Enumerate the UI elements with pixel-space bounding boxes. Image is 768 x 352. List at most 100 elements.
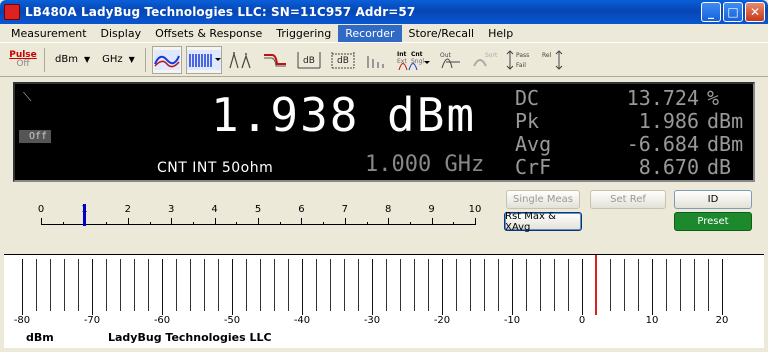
close-button[interactable]: ✕	[745, 2, 765, 22]
analog-tick	[428, 259, 429, 311]
ruler-tick-label: 9	[428, 204, 435, 215]
analog-tick	[400, 259, 401, 311]
ruler-minor-tick	[106, 222, 108, 225]
menu-triggering[interactable]: Triggering	[269, 25, 338, 42]
analog-tick	[274, 259, 275, 311]
analog-tick	[666, 259, 667, 311]
analog-tick	[638, 259, 639, 311]
menu-offsets-response[interactable]: Offsets & Response	[148, 25, 269, 42]
main-reading-unit: dBm	[387, 88, 477, 142]
analog-tick	[246, 259, 247, 311]
app-icon	[4, 4, 20, 20]
ruler-minor-tick	[366, 222, 368, 225]
svg-text:Fail: Fail	[516, 62, 526, 69]
analog-tick-label: -70	[83, 315, 101, 326]
analog-tick	[624, 259, 625, 311]
ruler-tick-label: 6	[298, 204, 305, 215]
maximize-button[interactable]: □	[723, 2, 743, 22]
ruler-tick-label: 0	[37, 204, 45, 215]
analog-tick	[106, 259, 107, 311]
menu-store-recall[interactable]: Store/Recall	[402, 25, 482, 42]
ruler-marker[interactable]	[83, 204, 87, 226]
analog-tick	[64, 259, 65, 311]
id-button[interactable]: ID	[674, 190, 752, 209]
delta-db-avg-button[interactable]: dB	[328, 46, 358, 74]
pulse-train-button[interactable]	[185, 45, 222, 74]
pulse-train-icon	[186, 49, 221, 70]
analog-tick	[330, 259, 331, 311]
svg-text:dB: dB	[303, 56, 315, 66]
title-bar: LB480A LadyBug Technologies LLC: SN=11C9…	[0, 0, 768, 24]
analog-tick-label: 20	[715, 315, 729, 326]
analog-tick	[148, 259, 149, 311]
analog-tick	[134, 259, 135, 311]
window-controls: _ □ ✕	[701, 2, 765, 22]
analog-tick	[232, 259, 233, 315]
ruler-tick-label: 8	[385, 204, 392, 215]
analog-tick	[92, 259, 93, 315]
analog-tick	[470, 259, 471, 311]
svg-text:Sort: Sort	[485, 52, 498, 59]
analog-tick-label: 10	[645, 315, 659, 326]
ruler-minor-tick	[409, 222, 411, 225]
unit-select-value: dBm	[55, 54, 78, 65]
ruler-minor-tick	[149, 222, 151, 225]
waveform-button[interactable]	[151, 45, 182, 74]
analog-tick	[162, 259, 163, 315]
menu-measurement[interactable]: Measurement	[4, 25, 94, 42]
preset-button[interactable]: Preset	[674, 212, 752, 231]
stat-unit-crf: dB	[707, 155, 732, 179]
svg-text:dB: dB	[337, 56, 349, 66]
set-ref-button[interactable]: Set Ref	[590, 190, 666, 209]
pass-fail-button[interactable]: Pass Fail	[504, 46, 536, 74]
stat-value-dc: 13.724	[626, 86, 699, 110]
out-icon: Out	[440, 52, 460, 68]
analog-tick	[694, 259, 695, 311]
analog-tick	[456, 259, 457, 311]
analog-tick	[204, 259, 205, 311]
peak-markers-button[interactable]	[226, 46, 256, 74]
analog-tick	[288, 259, 289, 311]
analog-tick	[358, 259, 359, 311]
delta-db-button[interactable]: dB	[294, 46, 324, 74]
stat-unit-pk: dBm	[707, 109, 744, 133]
corner-marker-icon: ⟍	[23, 90, 32, 104]
analog-tick	[512, 259, 513, 315]
sort-button[interactable]: Sort	[470, 46, 500, 74]
ruler-major-tick	[475, 218, 476, 225]
pulse-toggle-button[interactable]: Pulse Off	[8, 46, 38, 74]
analog-tick	[652, 259, 653, 315]
chevron-down-icon: ▼	[83, 55, 91, 64]
analog-tick	[22, 259, 23, 315]
freq-unit-select[interactable]: GHz ▼	[98, 49, 139, 71]
menu-display[interactable]: Display	[94, 25, 149, 42]
minimize-button[interactable]: _	[701, 2, 721, 22]
reset-max-xavg-button[interactable]: Rst Max & XAvg	[504, 211, 582, 233]
analog-tick-label: -40	[293, 315, 311, 326]
ruler-tick-label: 3	[168, 204, 175, 215]
menu-recorder[interactable]: Recorder	[338, 24, 402, 42]
analog-tick-label: 0	[578, 315, 586, 326]
analog-tick-label: -30	[363, 315, 381, 326]
filter-button[interactable]	[260, 46, 290, 74]
analog-tick	[36, 259, 37, 311]
menu-help[interactable]: Help	[481, 25, 520, 42]
ruler-major-tick	[127, 218, 129, 225]
analog-tick	[526, 259, 527, 311]
rel-button[interactable]: Rel	[540, 46, 570, 74]
out-button[interactable]: Out	[436, 46, 466, 74]
pulse-state: Off	[16, 58, 30, 69]
analog-tick	[50, 259, 51, 311]
ruler-major-tick	[301, 218, 303, 225]
analog-tick	[554, 259, 555, 311]
stat-label-crf: CrF	[515, 155, 552, 179]
analog-tick	[218, 259, 219, 311]
int-ext-trigger-button[interactable]: Int Cnt Ext Sngl	[396, 46, 432, 74]
sort-icon: Sort	[472, 52, 498, 66]
single-meas-button[interactable]: Single Meas	[506, 190, 580, 209]
ruler-tick-label: 2	[124, 204, 131, 215]
ramp-button[interactable]	[362, 46, 392, 74]
unit-select[interactable]: dBm ▼	[51, 49, 94, 71]
filter-icon	[263, 53, 286, 66]
status-line: CNT INT 50ohm	[157, 160, 274, 176]
